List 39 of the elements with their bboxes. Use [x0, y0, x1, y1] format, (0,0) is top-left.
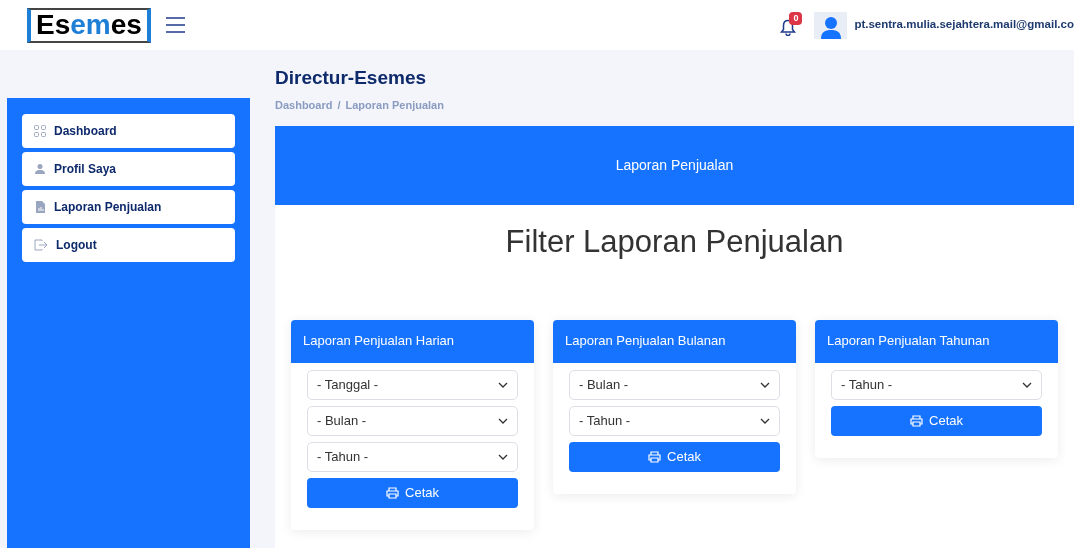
select-field[interactable]: - Bulan -	[569, 369, 780, 400]
sidebar-item[interactable]: Logout	[22, 228, 235, 262]
select-field[interactable]: - Bulan -	[307, 405, 518, 436]
sidebar-item[interactable]: Laporan Penjualan	[22, 190, 235, 224]
card-title: Laporan Penjualan Bulanan	[565, 332, 726, 351]
chevron-down-icon	[1022, 381, 1032, 388]
notification-badge: 0	[789, 12, 803, 25]
user-avatar[interactable]	[814, 11, 848, 39]
printer-icon	[648, 450, 661, 463]
logo: Esemes	[27, 7, 151, 43]
section-heading: Filter Laporan Penjualan	[504, 222, 845, 261]
sidebar-item[interactable]: Dashboard	[22, 114, 235, 148]
print-button[interactable]: Cetak	[831, 405, 1042, 436]
chevron-down-icon	[760, 381, 770, 388]
print-button[interactable]: Cetak	[307, 477, 518, 508]
breadcrumb-separator: /	[337, 98, 341, 113]
chevron-down-icon	[760, 417, 770, 424]
card-title: Laporan Penjualan Tahunan	[827, 332, 990, 351]
select-field[interactable]: - Tahun -	[307, 441, 518, 472]
user-icon	[34, 163, 46, 175]
chevron-down-icon	[498, 381, 508, 388]
select-field[interactable]: - Tanggal -	[307, 369, 518, 400]
grid-icon	[34, 125, 46, 137]
user-email[interactable]: pt.sentra.mulia.sejahtera.mail@gmail.co	[854, 16, 1074, 34]
page-title: Directur-Esemes	[275, 67, 428, 89]
select-field[interactable]: - Tahun -	[569, 405, 780, 436]
menu-icon[interactable]	[164, 17, 187, 33]
chevron-down-icon	[498, 417, 508, 424]
card-title: Laporan Penjualan Harian	[303, 332, 455, 351]
select-field[interactable]: - Tahun -	[831, 369, 1042, 400]
logout-icon	[34, 239, 48, 251]
print-button[interactable]: Cetak	[569, 441, 780, 472]
banner-title: Laporan Penjualan	[615, 155, 734, 175]
document-icon	[34, 201, 46, 213]
chevron-down-icon	[498, 453, 508, 460]
bell-icon[interactable]	[780, 19, 797, 36]
sidebar-item[interactable]: Profil Saya	[22, 152, 235, 186]
printer-icon	[910, 414, 923, 427]
printer-icon	[386, 486, 399, 499]
